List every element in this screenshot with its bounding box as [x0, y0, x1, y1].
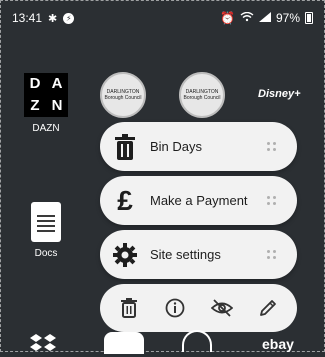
dazn-letter: D — [29, 75, 41, 92]
dazn-letter: Z — [30, 97, 40, 114]
shortcut-bin-days[interactable]: Bin Days — [100, 122, 297, 171]
app-docs[interactable]: Docs — [31, 202, 61, 259]
status-bar: 13:41 ✱ ⚡ ⏰ 97% — [12, 8, 313, 28]
docs-icon — [31, 202, 61, 242]
pound-sign-icon: £ — [117, 184, 133, 216]
disney-logo: Disney+ — [258, 88, 301, 100]
uninstall-button[interactable] — [115, 294, 143, 322]
dock-row: ebay — [0, 330, 325, 354]
app-info-button[interactable] — [161, 294, 189, 322]
signal-icon — [258, 11, 271, 25]
shortcut-label: Bin Days — [150, 139, 203, 154]
council-logo: DARLINGTON Borough Council — [179, 72, 225, 118]
council-logo: DARLINGTON Borough Council — [100, 72, 146, 118]
battery-percent: 97% — [275, 11, 300, 25]
status-left: 13:41 ✱ ⚡ — [12, 11, 75, 25]
dazn-logo: D A Z N — [24, 73, 68, 117]
app-disney-plus[interactable]: Disney+ — [258, 88, 301, 100]
drag-handle-icon[interactable] — [267, 141, 277, 152]
edit-button[interactable] — [254, 294, 282, 322]
app-icon[interactable] — [182, 330, 212, 352]
dropbox-icon[interactable] — [30, 334, 56, 357]
drag-handle-icon[interactable] — [267, 249, 277, 260]
app-dazn[interactable]: D A Z N DAZN — [24, 73, 68, 134]
shortcut-site-settings[interactable]: Site settings — [100, 230, 297, 279]
shortcut-label: Make a Payment — [150, 193, 248, 208]
app-label: Docs — [34, 248, 58, 259]
gear-icon — [100, 242, 150, 268]
dazn-letter: N — [51, 97, 63, 114]
trash-icon — [100, 133, 150, 160]
dazn-letter: A — [51, 75, 63, 92]
trash-icon — [121, 298, 138, 318]
drag-handle-icon[interactable] — [267, 195, 277, 206]
wifi-icon — [240, 11, 254, 25]
status-right: ⏰ 97% — [220, 11, 313, 25]
eye-off-icon — [210, 299, 233, 317]
video-app-icon[interactable] — [104, 332, 144, 354]
app-darlington-1[interactable]: DARLINGTON Borough Council — [100, 72, 146, 118]
sync-icon: ⚡ — [63, 12, 75, 24]
pencil-icon — [259, 300, 276, 316]
app-label: DAZN — [32, 123, 60, 134]
app-actions-bar — [100, 284, 297, 332]
info-icon — [165, 298, 185, 318]
status-time: 13:41 — [12, 11, 43, 25]
hide-button[interactable] — [208, 294, 236, 322]
battery-icon — [305, 12, 313, 24]
shortcut-label: Site settings — [150, 247, 221, 262]
notification-icon: ✱ — [48, 12, 58, 25]
shortcut-make-payment[interactable]: £ Make a Payment — [100, 176, 297, 225]
app-darlington-2[interactable]: DARLINGTON Borough Council — [179, 72, 225, 118]
alarm-icon: ⏰ — [220, 11, 235, 25]
ebay-logo[interactable]: ebay — [262, 336, 294, 352]
